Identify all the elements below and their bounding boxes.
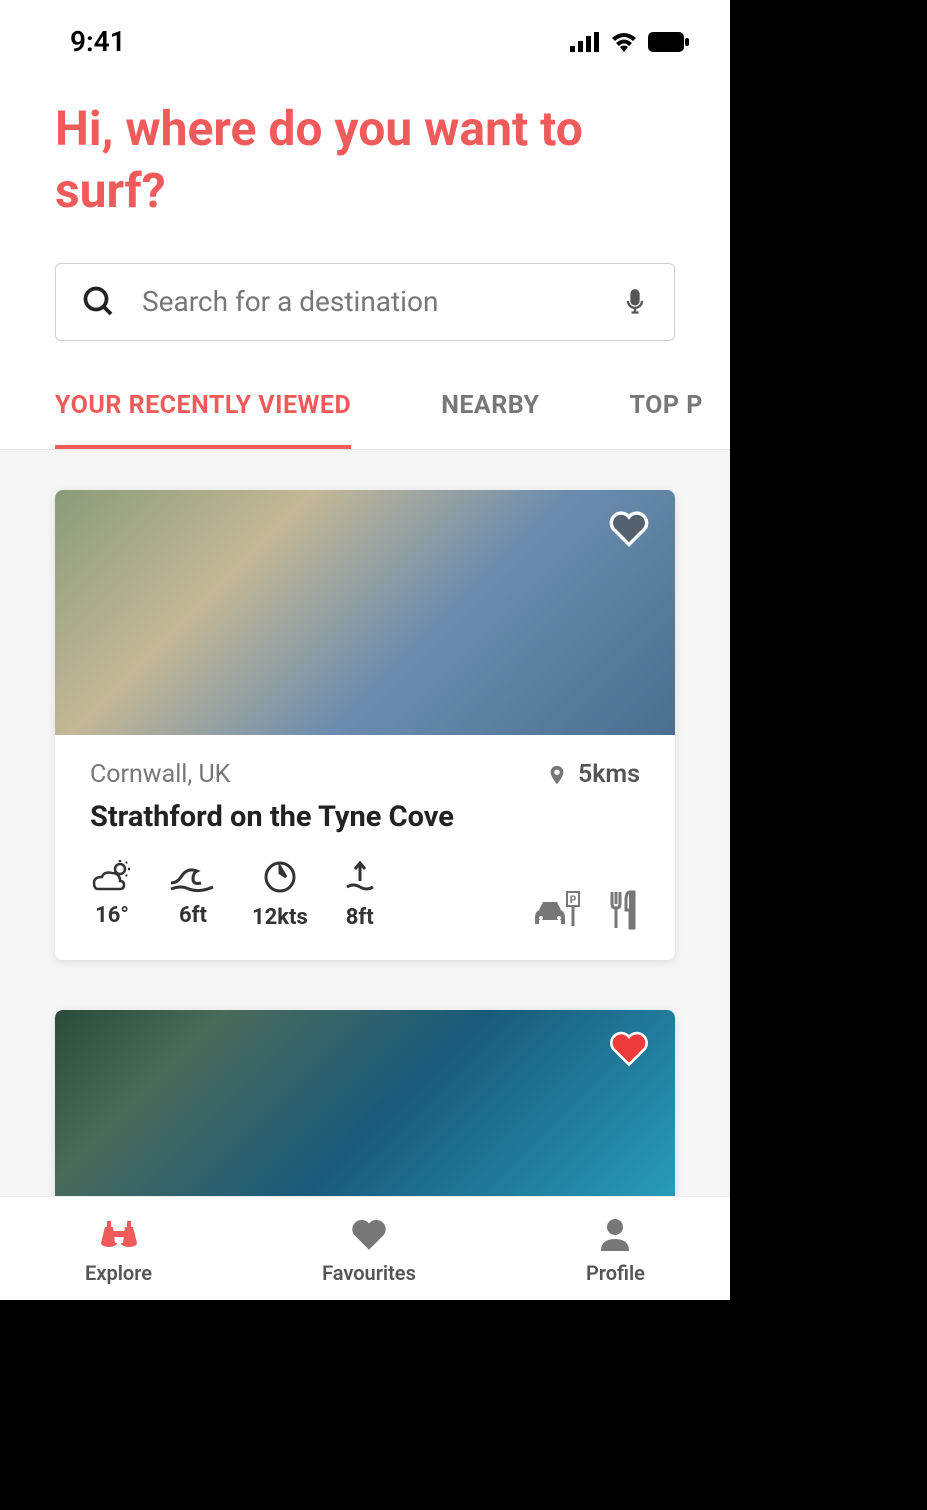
stat-wind-value: 12kts — [252, 905, 308, 930]
heart-icon — [349, 1217, 389, 1253]
tabs: YOUR RECENTLY VIEWED NEARBY TOP P — [0, 361, 730, 450]
spot-card-body: Cornwall, UK 5kms Strathford on the Tyne… — [55, 735, 675, 960]
nav-favourites-label: Favourites — [322, 1261, 416, 1285]
stat-swell: 8ft — [343, 859, 377, 930]
spot-stats: 16° 6ft 12kts 8ft — [90, 859, 377, 930]
microphone-icon[interactable] — [621, 284, 649, 320]
stat-swell-value: 8ft — [346, 905, 374, 930]
distance-value: 5kms — [578, 760, 640, 789]
restaurant-icon — [606, 890, 640, 930]
status-icons — [570, 32, 690, 52]
page-header: Hi, where do you want to surf? — [0, 68, 730, 243]
stat-wave: 6ft — [169, 859, 217, 930]
swell-icon — [343, 859, 377, 895]
stat-temp-value: 16° — [95, 903, 129, 928]
favourite-button[interactable] — [608, 510, 650, 552]
spot-location: Cornwall, UK — [90, 760, 230, 789]
search-container — [0, 243, 730, 361]
nav-explore[interactable]: Explore — [85, 1217, 152, 1285]
nav-profile[interactable]: Profile — [586, 1217, 645, 1285]
heart-filled-icon — [608, 1030, 650, 1068]
bottom-nav: Explore Favourites Profile — [0, 1196, 730, 1300]
search-box[interactable] — [55, 263, 675, 341]
nav-profile-label: Profile — [586, 1261, 645, 1285]
status-time: 9:41 — [70, 25, 126, 58]
status-bar: 9:41 — [0, 0, 730, 68]
app-screen: 9:41 Hi, where do you want to surf? YOUR… — [0, 0, 730, 1300]
spot-card-meta: Cornwall, UK 5kms — [90, 760, 640, 790]
wifi-icon — [610, 32, 638, 52]
heart-outline-icon — [608, 510, 650, 548]
content-area[interactable]: Cornwall, UK 5kms Strathford on the Tyne… — [0, 450, 730, 1230]
spot-card[interactable]: Cornwall, UK 5kms Strathford on the Tyne… — [55, 490, 675, 960]
stat-wave-value: 6ft — [179, 903, 207, 928]
spot-image — [55, 490, 675, 735]
cellular-icon — [570, 32, 600, 52]
parking-icon: P — [531, 890, 581, 930]
tab-recently-viewed[interactable]: YOUR RECENTLY VIEWED — [55, 391, 351, 449]
nav-explore-label: Explore — [85, 1261, 152, 1285]
weather-icon — [90, 859, 134, 893]
wave-icon — [169, 859, 217, 893]
tab-top[interactable]: TOP P — [630, 391, 703, 449]
spot-title: Strathford on the Tyne Cove — [90, 800, 640, 834]
spot-stats-row: 16° 6ft 12kts 8ft — [90, 859, 640, 930]
nav-favourites[interactable]: Favourites — [322, 1217, 416, 1285]
pin-icon — [546, 760, 568, 790]
search-input[interactable] — [142, 285, 596, 318]
search-icon — [81, 284, 117, 320]
svg-text:P: P — [570, 895, 577, 906]
spot-amenities: P — [531, 890, 640, 930]
spot-distance: 5kms — [546, 760, 640, 790]
stat-temp: 16° — [90, 859, 134, 930]
wind-icon — [262, 859, 298, 895]
binoculars-icon — [97, 1217, 141, 1253]
tab-nearby[interactable]: NEARBY — [441, 391, 539, 449]
battery-icon — [648, 32, 690, 52]
person-icon — [597, 1217, 633, 1253]
page-title: Hi, where do you want to surf? — [55, 98, 675, 223]
favourite-button[interactable] — [608, 1030, 650, 1072]
stat-wind: 12kts — [252, 859, 308, 930]
